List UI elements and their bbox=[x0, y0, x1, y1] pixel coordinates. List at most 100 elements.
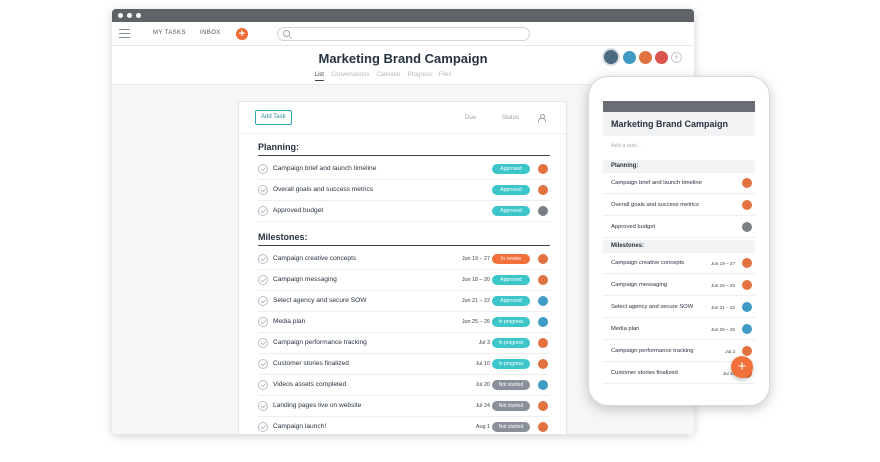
mobile-task-row[interactable]: Campaign creative concepts Jun 19 – 27 bbox=[603, 253, 755, 274]
status-badge[interactable]: Not started bbox=[492, 422, 530, 432]
task-name[interactable]: Approved budget bbox=[273, 207, 323, 214]
mobile-add-task-input[interactable]: Add a task... bbox=[611, 143, 642, 149]
assignee-avatar[interactable] bbox=[538, 401, 548, 411]
status-column-header[interactable]: Status bbox=[502, 115, 519, 121]
assignee-avatar[interactable] bbox=[538, 359, 548, 369]
task-row[interactable]: Campaign performance tracking Jul 3 In pro… bbox=[258, 333, 550, 354]
nav-my-tasks[interactable]: MY TASKS bbox=[153, 30, 186, 36]
mobile-task-name[interactable]: Campaign creative concepts bbox=[611, 260, 684, 266]
mobile-task-row[interactable]: Campaign brief and launch timeline bbox=[603, 173, 755, 194]
mobile-assignee-avatar[interactable] bbox=[742, 302, 752, 312]
complete-checkbox-icon[interactable] bbox=[258, 275, 268, 285]
mobile-assignee-avatar[interactable] bbox=[742, 178, 752, 188]
member-avatar[interactable] bbox=[655, 50, 668, 64]
mobile-assignee-avatar[interactable] bbox=[742, 324, 752, 334]
status-badge[interactable]: In progress bbox=[492, 359, 530, 369]
task-due-date[interactable]: Jul 10 bbox=[476, 361, 490, 367]
task-row[interactable]: Campaign creative concepts Jun 19 – 27 In … bbox=[258, 249, 550, 270]
status-badge[interactable]: Approved bbox=[492, 206, 530, 216]
member-avatar[interactable] bbox=[623, 50, 636, 64]
menu-icon[interactable] bbox=[119, 28, 130, 39]
task-row[interactable]: Campaign brief and launch timeline Approv… bbox=[258, 159, 550, 180]
task-name[interactable]: Videos assets completed bbox=[273, 381, 346, 388]
status-badge[interactable]: In progress bbox=[492, 317, 530, 327]
assignee-avatar[interactable] bbox=[538, 338, 548, 348]
complete-checkbox-icon[interactable] bbox=[258, 380, 268, 390]
mobile-task-name[interactable]: Select agency and secure SOW bbox=[611, 304, 693, 310]
mobile-task-due-date[interactable]: Jun 21 – 22 bbox=[711, 305, 735, 310]
mobile-assignee-avatar[interactable] bbox=[742, 346, 752, 356]
assignee-avatar[interactable] bbox=[538, 380, 548, 390]
status-badge[interactable]: In progress bbox=[492, 338, 530, 348]
mobile-task-row[interactable]: Select agency and secure SOW Jun 21 – 22 bbox=[603, 297, 755, 318]
mobile-task-row[interactable]: Campaign performance tracking Jul 3 bbox=[603, 341, 755, 362]
mobile-task-name[interactable]: Campaign brief and launch timeline bbox=[611, 180, 702, 186]
mobile-task-row[interactable]: Approved budget bbox=[603, 217, 755, 238]
task-row[interactable]: Overall goals and success metrics Approve… bbox=[258, 180, 550, 201]
mobile-task-row[interactable]: Media plan Jun 25 – 26 bbox=[603, 319, 755, 340]
complete-checkbox-icon[interactable] bbox=[258, 296, 268, 306]
assignee-avatar[interactable] bbox=[538, 275, 548, 285]
complete-checkbox-icon[interactable] bbox=[258, 401, 268, 411]
status-badge[interactable]: Approved bbox=[492, 185, 530, 195]
window-dot-maximize[interactable] bbox=[136, 13, 141, 18]
task-name[interactable]: Select agency and secure SOW bbox=[273, 297, 366, 304]
task-due-date[interactable]: Jun 18 – 20 bbox=[462, 277, 490, 283]
due-column-header[interactable]: Due bbox=[465, 115, 476, 121]
tab-conversations[interactable]: Conversations bbox=[331, 72, 369, 81]
mobile-task-due-date[interactable]: Jun 19 – 27 bbox=[711, 261, 735, 266]
mobile-assignee-avatar[interactable] bbox=[742, 280, 752, 290]
mobile-task-name[interactable]: Customer stories finalized bbox=[611, 370, 678, 376]
complete-checkbox-icon[interactable] bbox=[258, 254, 268, 264]
task-name[interactable]: Campaign creative concepts bbox=[273, 255, 356, 262]
mobile-task-name[interactable]: Campaign performance tracking bbox=[611, 348, 693, 354]
assignee-avatar[interactable] bbox=[538, 317, 548, 327]
complete-checkbox-icon[interactable] bbox=[258, 359, 268, 369]
tab-list[interactable]: List bbox=[314, 72, 324, 81]
status-badge[interactable]: Not started bbox=[492, 401, 530, 411]
assignee-avatar[interactable] bbox=[538, 296, 548, 306]
mobile-task-row[interactable]: Campaign messaging Jun 18 – 20 bbox=[603, 275, 755, 296]
mobile-task-due-date[interactable]: Jun 18 – 20 bbox=[711, 283, 735, 288]
status-badge[interactable]: Approved bbox=[492, 275, 530, 285]
status-badge[interactable]: In review bbox=[492, 254, 530, 264]
task-due-date[interactable]: Aug 1 bbox=[476, 424, 490, 430]
assignee-avatar[interactable] bbox=[538, 206, 548, 216]
task-name[interactable]: Media plan bbox=[273, 318, 305, 325]
task-row[interactable]: Videos assets completed Jul 20 Not started bbox=[258, 375, 550, 396]
quick-add-button[interactable]: + bbox=[236, 28, 248, 40]
task-row[interactable]: Campaign messaging Jun 18 – 20 Approved bbox=[258, 270, 550, 291]
status-badge[interactable]: Approved bbox=[492, 164, 530, 174]
task-name[interactable]: Landing pages live on website bbox=[273, 402, 361, 409]
mobile-assignee-avatar[interactable] bbox=[742, 258, 752, 268]
member-avatar[interactable] bbox=[602, 48, 620, 66]
task-name[interactable]: Campaign performance tracking bbox=[273, 339, 367, 346]
assignee-avatar[interactable] bbox=[538, 422, 548, 432]
task-due-date[interactable]: Jun 21 – 22 bbox=[462, 298, 490, 304]
window-dot-minimize[interactable] bbox=[127, 13, 132, 18]
complete-checkbox-icon[interactable] bbox=[258, 206, 268, 216]
task-row[interactable]: Landing pages live on website Jul 24 Not s… bbox=[258, 396, 550, 417]
search-input[interactable] bbox=[277, 27, 530, 41]
window-dot-close[interactable] bbox=[118, 13, 123, 18]
nav-inbox[interactable]: INBOX bbox=[200, 30, 221, 36]
mobile-assignee-avatar[interactable] bbox=[742, 222, 752, 232]
task-due-date[interactable]: Jul 3 bbox=[479, 340, 490, 346]
task-due-date[interactable]: Jul 24 bbox=[476, 403, 490, 409]
mobile-task-due-date[interactable]: Jun 25 – 26 bbox=[711, 327, 735, 332]
task-due-date[interactable]: Jun 25 – 26 bbox=[462, 319, 490, 325]
task-name[interactable]: Campaign brief and launch timeline bbox=[273, 165, 376, 172]
mobile-task-name[interactable]: Overall goals and success metrics bbox=[611, 202, 699, 208]
status-badge[interactable]: Not started bbox=[492, 380, 530, 390]
add-member-button[interactable]: + bbox=[671, 51, 682, 63]
tab-files[interactable]: Files bbox=[439, 72, 452, 81]
task-row[interactable]: Approved budget Approved bbox=[258, 201, 550, 222]
mobile-assignee-avatar[interactable] bbox=[742, 200, 752, 210]
complete-checkbox-icon[interactable] bbox=[258, 317, 268, 327]
task-row[interactable]: Campaign launch! Aug 1 Not started bbox=[258, 417, 550, 434]
mobile-task-name[interactable]: Campaign messaging bbox=[611, 282, 667, 288]
status-badge[interactable]: Approved bbox=[492, 296, 530, 306]
task-name[interactable]: Campaign launch! bbox=[273, 423, 326, 430]
mobile-task-row[interactable]: Overall goals and success metrics bbox=[603, 195, 755, 216]
task-name[interactable]: Overall goals and success metrics bbox=[273, 186, 373, 193]
